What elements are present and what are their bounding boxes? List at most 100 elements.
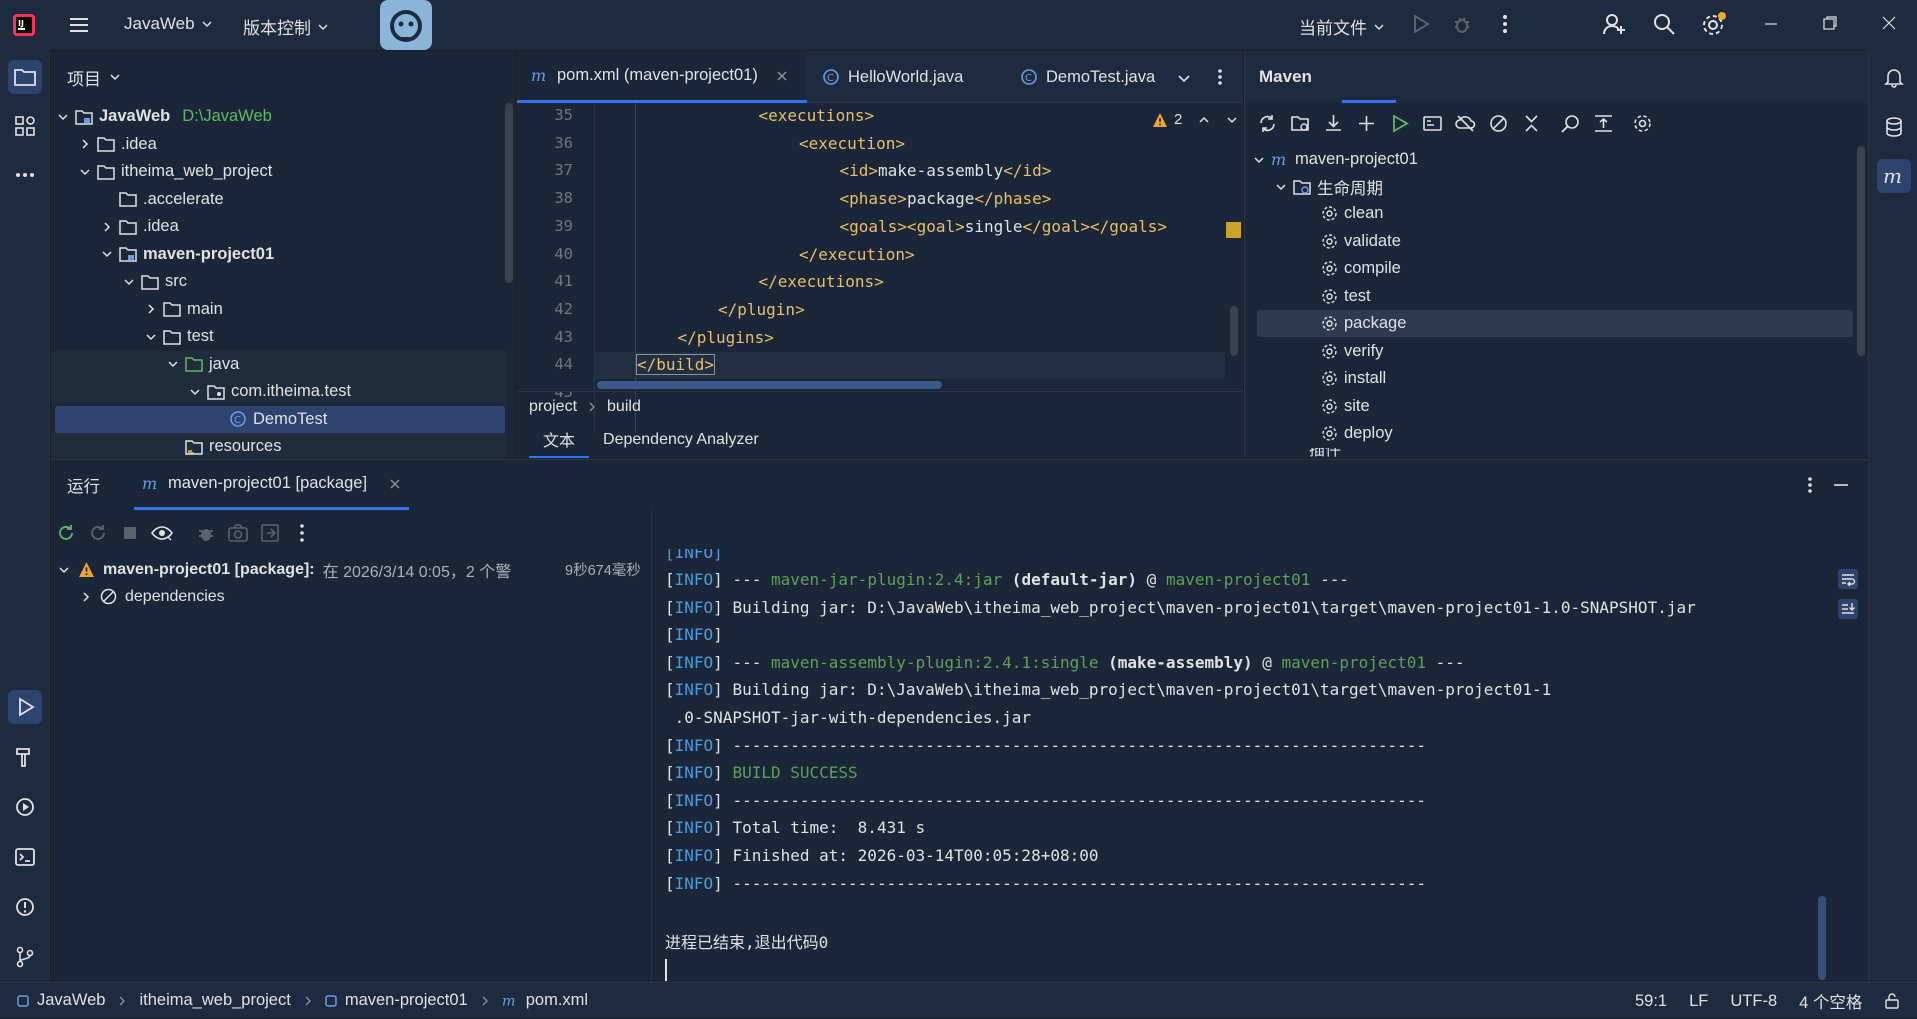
maven-tree-item[interactable]: test <box>1245 283 1853 310</box>
breadcrumb-project[interactable]: project <box>529 398 577 416</box>
more-actions-icon[interactable] <box>1494 13 1516 35</box>
show-options-eye-icon[interactable] <box>151 522 173 544</box>
git-tool-button[interactable] <box>8 940 42 974</box>
tabs-dropdown-icon[interactable] <box>1177 71 1191 85</box>
services-tool-button[interactable] <box>8 790 42 824</box>
chevron-down-icon[interactable] <box>1275 181 1287 193</box>
project-tree-item[interactable]: .idea <box>51 213 505 240</box>
notifications-tool-button[interactable] <box>1877 60 1911 94</box>
show-diagram-icon[interactable] <box>1593 113 1614 134</box>
assistant-bot-icon[interactable] <box>380 0 432 52</box>
maven-tree-item[interactable]: 生命周期 <box>1245 173 1853 200</box>
tab-run-config[interactable]: m maven-project01 [package] <box>134 460 410 510</box>
project-scrollbar[interactable] <box>505 103 513 283</box>
run-icon[interactable] <box>1409 13 1431 35</box>
indent-setting[interactable]: 4 个空格 <box>1799 989 1862 1013</box>
inspection-widget[interactable]: 2 <box>1152 111 1238 128</box>
maven-tool-button[interactable]: m <box>1877 159 1911 193</box>
lock-icon[interactable] <box>1884 993 1900 1009</box>
hide-panel-icon[interactable] <box>1831 475 1851 495</box>
chevron-right-icon[interactable] <box>79 138 91 150</box>
problems-tool-button[interactable] <box>8 890 42 924</box>
breadcrumb-build[interactable]: build <box>607 398 641 416</box>
run-more-icon[interactable] <box>1800 475 1820 495</box>
chevron-down-icon[interactable] <box>79 166 91 178</box>
project-tree-item[interactable]: .accelerate <box>51 186 505 213</box>
project-tree-item[interactable]: com.itheima.test <box>51 378 505 405</box>
analyze-dependencies-icon[interactable] <box>1560 113 1581 134</box>
tab-demotest-java[interactable]: C DemoTest.java <box>1020 51 1155 103</box>
close-tab-icon[interactable] <box>389 478 401 490</box>
intellij-logo-icon[interactable]: IJ <box>12 13 36 37</box>
tab-dependency-analyzer[interactable]: Dependency Analyzer <box>589 421 773 458</box>
maven-tree-item[interactable]: m maven-project01 <box>1245 146 1853 173</box>
close-tab-icon[interactable] <box>776 70 788 82</box>
restore-window-icon[interactable] <box>1821 14 1839 32</box>
line-separator[interactable]: LF <box>1689 992 1708 1011</box>
chevron-down-icon[interactable] <box>189 386 201 398</box>
offline-mode-icon[interactable] <box>1455 113 1476 134</box>
project-tree-item[interactable]: maven-project01 <box>51 241 505 268</box>
maven-settings-icon[interactable] <box>1632 113 1653 134</box>
maven-tree-item[interactable]: install <box>1245 365 1853 392</box>
chevron-down-icon[interactable] <box>1253 154 1265 166</box>
download-icon[interactable] <box>1323 113 1344 134</box>
caret-position[interactable]: 59:1 <box>1635 992 1667 1011</box>
chevron-down-icon[interactable] <box>57 111 69 123</box>
scroll-to-end-icon[interactable] <box>1837 598 1859 620</box>
build-tool-button[interactable] <box>8 740 42 774</box>
maven-tree-item[interactable]: verify <box>1245 338 1853 365</box>
warning-marker[interactable] <box>1226 222 1241 238</box>
editor-more-icon[interactable] <box>1210 67 1230 87</box>
project-tree-item[interactable]: java <box>51 350 505 378</box>
project-tree-item[interactable]: itheima_web_project <box>51 158 505 185</box>
status-crumb-file[interactable]: pom.xml <box>526 991 588 1010</box>
chevron-down-icon[interactable] <box>145 331 157 343</box>
rerun-failed-icon[interactable] <box>87 522 109 544</box>
reload-icon[interactable] <box>1257 113 1278 134</box>
structure-tool-button[interactable] <box>8 109 42 143</box>
more-tools-button[interactable] <box>8 158 42 192</box>
chevron-right-icon[interactable] <box>80 591 92 603</box>
editor-horizontal-scrollbar[interactable] <box>597 381 942 389</box>
run-tree-dependencies[interactable]: dependencies <box>51 583 225 610</box>
project-tool-button[interactable] <box>8 60 42 94</box>
maven-plugins-partial[interactable]: 插件 <box>1275 448 1341 458</box>
chevron-down-icon[interactable] <box>123 276 135 288</box>
execute-goal-icon[interactable] <box>1422 113 1443 134</box>
add-icon[interactable] <box>1356 113 1377 134</box>
run-config-selector[interactable]: 当前文件 <box>1299 14 1385 39</box>
status-crumb-module[interactable]: maven-project01 <box>345 991 468 1010</box>
camera-icon[interactable] <box>227 522 249 544</box>
chevron-down-icon[interactable] <box>58 564 70 576</box>
vcs-menu[interactable]: 版本控制 <box>243 14 329 39</box>
chevron-up-icon[interactable] <box>1198 114 1210 126</box>
project-panel-header[interactable]: 项目 <box>51 51 516 103</box>
maven-scrollbar[interactable] <box>1857 146 1865 356</box>
maven-tree-item[interactable]: clean <box>1245 200 1853 227</box>
tab-helloworld-java[interactable]: C HelloWorld.java <box>822 51 963 103</box>
project-tree-item[interactable]: src <box>51 268 505 295</box>
maven-tree-item[interactable]: validate <box>1245 228 1853 255</box>
export-icon[interactable] <box>259 522 281 544</box>
console-scrollbar[interactable] <box>1818 896 1826 980</box>
soft-wrap-icon[interactable] <box>1837 568 1859 590</box>
project-switcher[interactable]: JavaWeb <box>124 14 213 34</box>
file-encoding[interactable]: UTF-8 <box>1730 992 1777 1011</box>
project-tree-item[interactable]: main <box>51 296 505 323</box>
chevron-right-icon[interactable] <box>145 303 157 315</box>
database-tool-button[interactable] <box>1877 110 1911 144</box>
chevron-down-icon[interactable] <box>1226 114 1238 126</box>
main-menu-icon[interactable] <box>68 14 90 36</box>
stop-icon[interactable] <box>119 522 141 544</box>
editor-vertical-scrollbar[interactable] <box>1230 306 1238 356</box>
close-window-icon[interactable] <box>1880 14 1898 32</box>
maven-tree-item[interactable]: site <box>1245 393 1853 420</box>
debug-icon[interactable] <box>1451 13 1473 35</box>
run-toolbar-more-icon[interactable] <box>291 522 313 544</box>
run-splitter[interactable] <box>651 510 652 983</box>
tab-pom-xml[interactable]: m pom.xml (maven-project01) <box>517 51 807 103</box>
chevron-right-icon[interactable] <box>101 221 113 233</box>
run-maven-icon[interactable] <box>1389 113 1410 134</box>
chevron-down-icon[interactable] <box>167 358 179 370</box>
